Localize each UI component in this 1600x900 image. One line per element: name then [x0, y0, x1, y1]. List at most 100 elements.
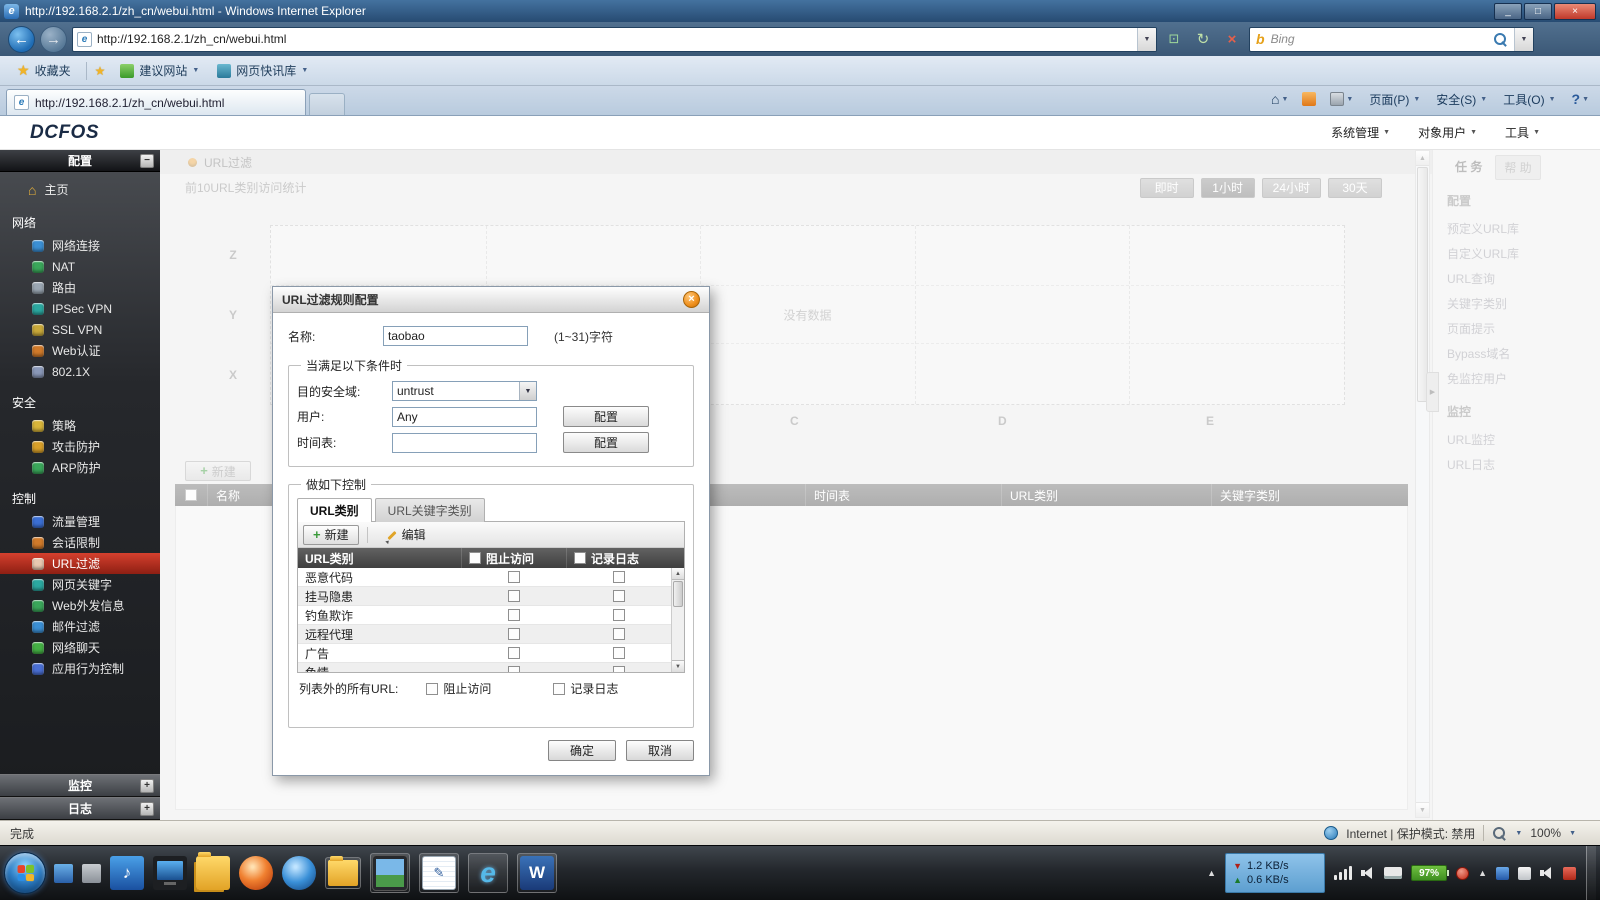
taskbar-app-media-player[interactable]: ♪	[110, 856, 144, 890]
block-checkbox[interactable]	[507, 590, 520, 602]
volume-icon[interactable]	[1361, 866, 1375, 880]
name-input[interactable]	[383, 326, 528, 346]
footer-option[interactable]: 阻止访问	[426, 680, 491, 697]
footer-checkbox[interactable]	[426, 682, 439, 695]
log-checkbox[interactable]	[612, 647, 625, 659]
command-button-0[interactable]: 页面(P) ▼	[1362, 88, 1427, 111]
minimize-button[interactable]: _	[1494, 2, 1522, 20]
footer-checkbox[interactable]	[553, 682, 566, 695]
scroll-up-icon[interactable]: ▲	[672, 568, 684, 580]
show-desktop-button[interactable]	[1586, 846, 1596, 900]
zoom-level[interactable]: 100%	[1530, 826, 1561, 840]
block-checkbox[interactable]	[507, 609, 520, 621]
scroll-thumb[interactable]	[673, 581, 683, 607]
sidebar-item-route[interactable]: 路由	[0, 277, 160, 298]
up-arrow-icon[interactable]: ▲	[1478, 868, 1487, 878]
log-checkbox[interactable]	[612, 590, 625, 602]
grid-new-button[interactable]: + 新建	[303, 524, 359, 545]
command-button-1[interactable]: 安全(S) ▼	[1429, 88, 1494, 111]
app-menu-item-1[interactable]: 对象用户 ▼	[1418, 124, 1477, 141]
taskbar-app-explorer[interactable]	[325, 856, 361, 889]
sidebar-item-attack-defense[interactable]: 攻击防护	[0, 436, 160, 457]
network-monitor-widget[interactable]: ▼ 1.2 KB/s ▲ 0.6 KB/s	[1225, 853, 1326, 893]
sidebar-item-nat[interactable]: NAT	[0, 256, 160, 277]
schedule-input[interactable]	[392, 432, 537, 453]
keyboard-icon[interactable]	[1384, 867, 1403, 879]
footer-option[interactable]: 记录日志	[553, 680, 618, 697]
maximize-button[interactable]: □	[1524, 2, 1552, 20]
block-checkbox[interactable]	[507, 647, 520, 659]
dialog-close-icon[interactable]: ×	[683, 291, 700, 308]
address-dropdown-icon[interactable]: ▼	[1137, 27, 1156, 51]
log-checkbox[interactable]	[612, 666, 625, 672]
log-checkbox[interactable]	[612, 628, 625, 640]
block-checkbox[interactable]	[507, 666, 520, 672]
help-icon[interactable]: ? ▼	[1567, 89, 1595, 109]
dialog-tab[interactable]: URL类别	[297, 498, 372, 522]
search-dropdown-icon[interactable]: ▼	[1514, 27, 1533, 51]
ok-button[interactable]: 确定	[548, 740, 616, 761]
home-icon[interactable]: ⌂ ▼	[1266, 89, 1293, 109]
taskbar-app-documents[interactable]	[196, 852, 230, 890]
search-icon[interactable]	[1493, 32, 1508, 47]
user-config-button[interactable]: 配置	[563, 406, 649, 427]
battery-indicator[interactable]: 97%	[1411, 865, 1450, 881]
expand-icon[interactable]: +	[140, 802, 154, 816]
block-checkbox[interactable]	[507, 628, 520, 640]
new-tab-button[interactable]	[309, 93, 345, 115]
sidebar-group-log[interactable]: 日志 +	[0, 797, 160, 820]
app-menu-item-2[interactable]: 工具 ▼	[1505, 124, 1540, 141]
sidebar-item-network-chat[interactable]: 网络聊天	[0, 637, 160, 658]
signal-bars-icon[interactable]	[1334, 866, 1353, 880]
log-checkbox[interactable]	[612, 609, 625, 621]
sidebar-item-web-keyword[interactable]: 网页关键字	[0, 574, 160, 595]
sidebar-item-app-behavior[interactable]: 应用行为控制	[0, 658, 160, 679]
taskbar-app-image-viewer[interactable]	[370, 853, 410, 893]
security-icon[interactable]	[1496, 866, 1509, 880]
zoom-icon[interactable]	[1492, 826, 1507, 841]
address-bar[interactable]: e http://192.168.2.1/zh_cn/webui.html ▼	[72, 26, 1157, 52]
refresh-icon[interactable]: ↻	[1191, 27, 1215, 52]
favbar-item-suggested-sites[interactable]: 建议网站 ▼	[113, 59, 206, 82]
schedule-config-button[interactable]: 配置	[563, 432, 649, 453]
feeds-icon[interactable]	[1297, 90, 1321, 108]
scroll-track[interactable]	[672, 608, 684, 660]
input-method-icon[interactable]	[1518, 866, 1531, 880]
sidebar-item-arp-defense[interactable]: ARP防护	[0, 457, 160, 478]
search-box[interactable]: b Bing ▼	[1249, 26, 1534, 52]
sidebar-item-ipsec-vpn[interactable]: IPSec VPN	[0, 298, 160, 319]
add-favorite-icon[interactable]: ★	[95, 64, 106, 78]
expand-icon[interactable]: +	[140, 779, 154, 793]
start-button[interactable]	[4, 852, 46, 894]
taskbar-app-system-monitor[interactable]	[153, 856, 187, 890]
sidebar-item-url-filter[interactable]: URL过滤	[0, 553, 160, 574]
grid-scrollbar[interactable]: ▲ ▼	[671, 568, 684, 672]
hidden-icons-button[interactable]: ▲	[1207, 868, 1216, 878]
back-button[interactable]: ←	[8, 25, 35, 53]
block-checkbox[interactable]	[507, 571, 520, 583]
column-select-all-checkbox[interactable]	[469, 552, 481, 564]
taskbar-app-browser-blue[interactable]	[282, 856, 316, 890]
collapse-icon[interactable]: −	[140, 154, 154, 168]
sidebar-item-dot1x[interactable]: 802.1X	[0, 361, 160, 382]
sidebar-item-home[interactable]: ⌂ 主页	[0, 172, 160, 202]
quick-launch-icon-2[interactable]	[82, 863, 101, 883]
alert-icon[interactable]	[1456, 866, 1470, 880]
favorites-button[interactable]: ★ 收藏夹	[10, 59, 78, 82]
sidebar-group-monitor[interactable]: 监控 +	[0, 774, 160, 797]
scroll-down-icon[interactable]: ▼	[672, 660, 684, 672]
log-checkbox[interactable]	[612, 571, 625, 583]
print-icon[interactable]: ▼	[1325, 90, 1358, 108]
sidebar-item-web-outgoing[interactable]: Web外发信息	[0, 595, 160, 616]
taskbar-app-word[interactable]: W	[517, 853, 557, 893]
forward-button[interactable]: →	[40, 25, 67, 53]
sync-icon[interactable]	[1563, 866, 1576, 880]
command-button-2[interactable]: 工具(O) ▼	[1496, 88, 1562, 111]
close-button[interactable]: ×	[1554, 2, 1596, 20]
taskbar-app-notepad[interactable]: ✎	[419, 853, 459, 893]
grid-edit-button[interactable]: 编辑	[376, 525, 436, 545]
sidebar-item-session-limit[interactable]: 会话限制	[0, 532, 160, 553]
taskbar-app-browser-orange[interactable]	[239, 856, 273, 890]
chevron-down-icon[interactable]: ▼	[519, 382, 536, 400]
sidebar-item-ssl-vpn[interactable]: SSL VPN	[0, 319, 160, 340]
